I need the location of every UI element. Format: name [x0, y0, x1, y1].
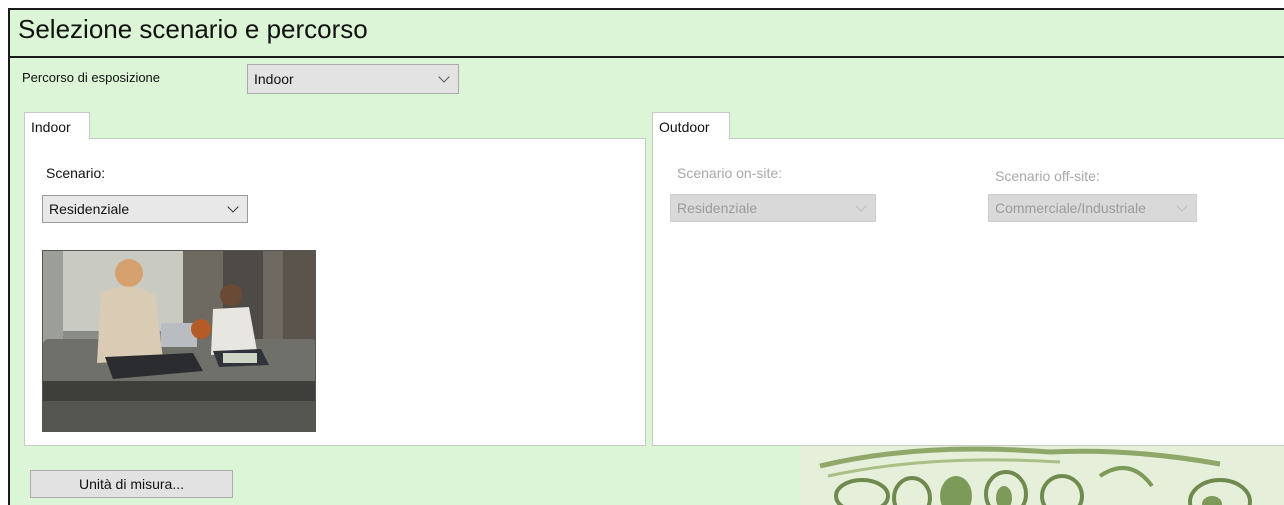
scenario-photo — [42, 250, 316, 432]
offsite-scenario-label: Scenario off-site: — [995, 168, 1100, 184]
onsite-scenario-value: Residenziale — [677, 200, 758, 216]
offsite-scenario-value: Commerciale/Industriale — [995, 200, 1146, 216]
scenario-label: Scenario: — [46, 165, 106, 181]
tab-indoor[interactable]: Indoor — [24, 112, 90, 139]
onsite-scenario-label: Scenario on-site: — [677, 165, 783, 181]
tab-outdoor[interactable]: Outdoor — [652, 112, 730, 139]
decorative-pattern — [800, 446, 1284, 505]
tab-outdoor-label: Outdoor — [659, 119, 710, 135]
chevron-down-icon — [227, 201, 239, 213]
scenario-window: Selezione scenario e percorso Percorso d… — [8, 8, 1284, 505]
exposure-path-value: Indoor — [254, 71, 294, 87]
indoor-scenario-dropdown[interactable]: Residenziale — [42, 195, 248, 223]
chevron-down-icon — [855, 200, 867, 212]
header-bar: Selezione scenario e percorso — [10, 10, 1284, 58]
chevron-down-icon — [1176, 200, 1188, 212]
tab-indoor-label: Indoor — [31, 119, 71, 135]
exposure-path-dropdown[interactable]: Indoor — [247, 64, 459, 94]
chevron-down-icon — [438, 71, 450, 83]
indoor-scenario-value: Residenziale — [49, 201, 130, 217]
outdoor-panel — [652, 138, 1284, 446]
page-title: Selezione scenario e percorso — [18, 14, 368, 44]
units-button[interactable]: Unità di misura... — [30, 470, 233, 498]
offsite-scenario-dropdown[interactable]: Commerciale/Industriale — [988, 194, 1197, 222]
exposure-path-label: Percorso di esposizione — [22, 70, 161, 85]
onsite-scenario-dropdown[interactable]: Residenziale — [670, 194, 876, 222]
